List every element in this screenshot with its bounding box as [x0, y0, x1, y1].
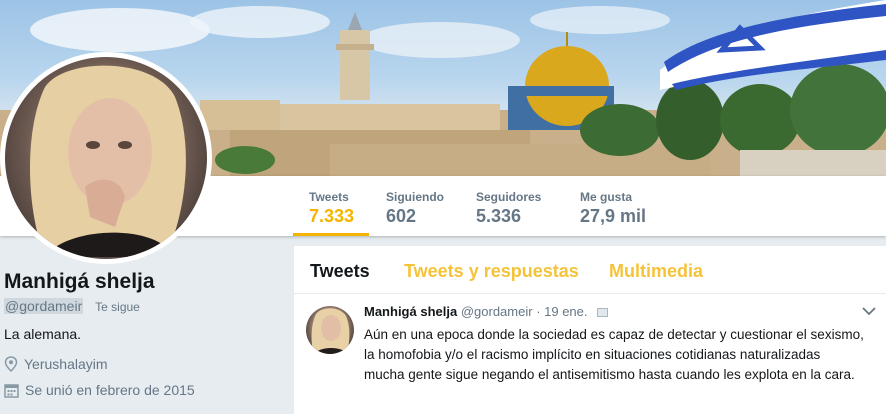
profile-name: Manhigá shelja [4, 270, 155, 293]
stat-followers-label: Seguidores [476, 190, 542, 204]
stat-likes-value: 27,9 mil [580, 206, 647, 226]
stat-tweets[interactable]: Tweets 7.333 [293, 176, 369, 236]
profile-location: Yerushalayim [4, 356, 284, 372]
stat-tweets-value: 7.333 [309, 206, 355, 226]
tweet-author-name[interactable]: Manhigá shelja [364, 304, 457, 319]
avatar-photo [5, 57, 207, 259]
stat-followers-value: 5.336 [476, 206, 522, 226]
profile-handle-row: @gordameir Te sigue [4, 298, 284, 314]
stat-tweets-label: Tweets [309, 190, 349, 204]
tab-tweets-replies[interactable]: Tweets y respuestas [404, 261, 579, 282]
joined-text: Se unió en febrero de 2015 [25, 382, 195, 398]
calendar-icon [4, 383, 19, 398]
tab-media[interactable]: Multimedia [609, 261, 703, 282]
stat-following[interactable]: Siguiendo 602 [386, 176, 444, 236]
follows-you-badge: Te sigue [95, 300, 140, 314]
tweet-header: Manhigá shelja @gordameir · 19 ene. [364, 304, 870, 319]
stat-followers[interactable]: Seguidores 5.336 [476, 176, 541, 236]
link-card-icon [597, 308, 609, 318]
location-pin-icon [4, 356, 18, 372]
timeline-tabs: Tweets Tweets y respuestas Multimedia [294, 246, 886, 294]
profile-joined: Se unió en febrero de 2015 [4, 382, 284, 398]
profile-bio: La alemana. [4, 326, 82, 342]
timeline: Tweets Tweets y respuestas Multimedia Ma… [294, 246, 886, 414]
chevron-down-icon[interactable] [862, 306, 876, 316]
location-text: Yerushalayim [24, 356, 108, 372]
stat-likes[interactable]: Me gusta 27,9 mil [580, 176, 646, 236]
tweet-date[interactable]: · 19 ene. [536, 304, 587, 319]
tweet-text: Aún en una epoca donde la sociedad es ca… [364, 327, 864, 382]
profile-card: Manhigá shelja @gordameir Te sigue La al… [4, 270, 284, 398]
tweet-item[interactable]: Manhigá shelja @gordameir · 19 ene. Aún … [294, 294, 886, 385]
profile-avatar[interactable] [0, 52, 212, 264]
stat-following-value: 602 [386, 206, 417, 226]
tab-tweets[interactable]: Tweets [310, 261, 370, 282]
stat-following-label: Siguiendo [386, 190, 444, 204]
stat-likes-label: Me gusta [580, 190, 633, 204]
tweet-author-handle[interactable]: @gordameir [461, 304, 533, 319]
profile-handle[interactable]: @gordameir [4, 298, 84, 314]
tweet-avatar[interactable] [306, 306, 354, 354]
